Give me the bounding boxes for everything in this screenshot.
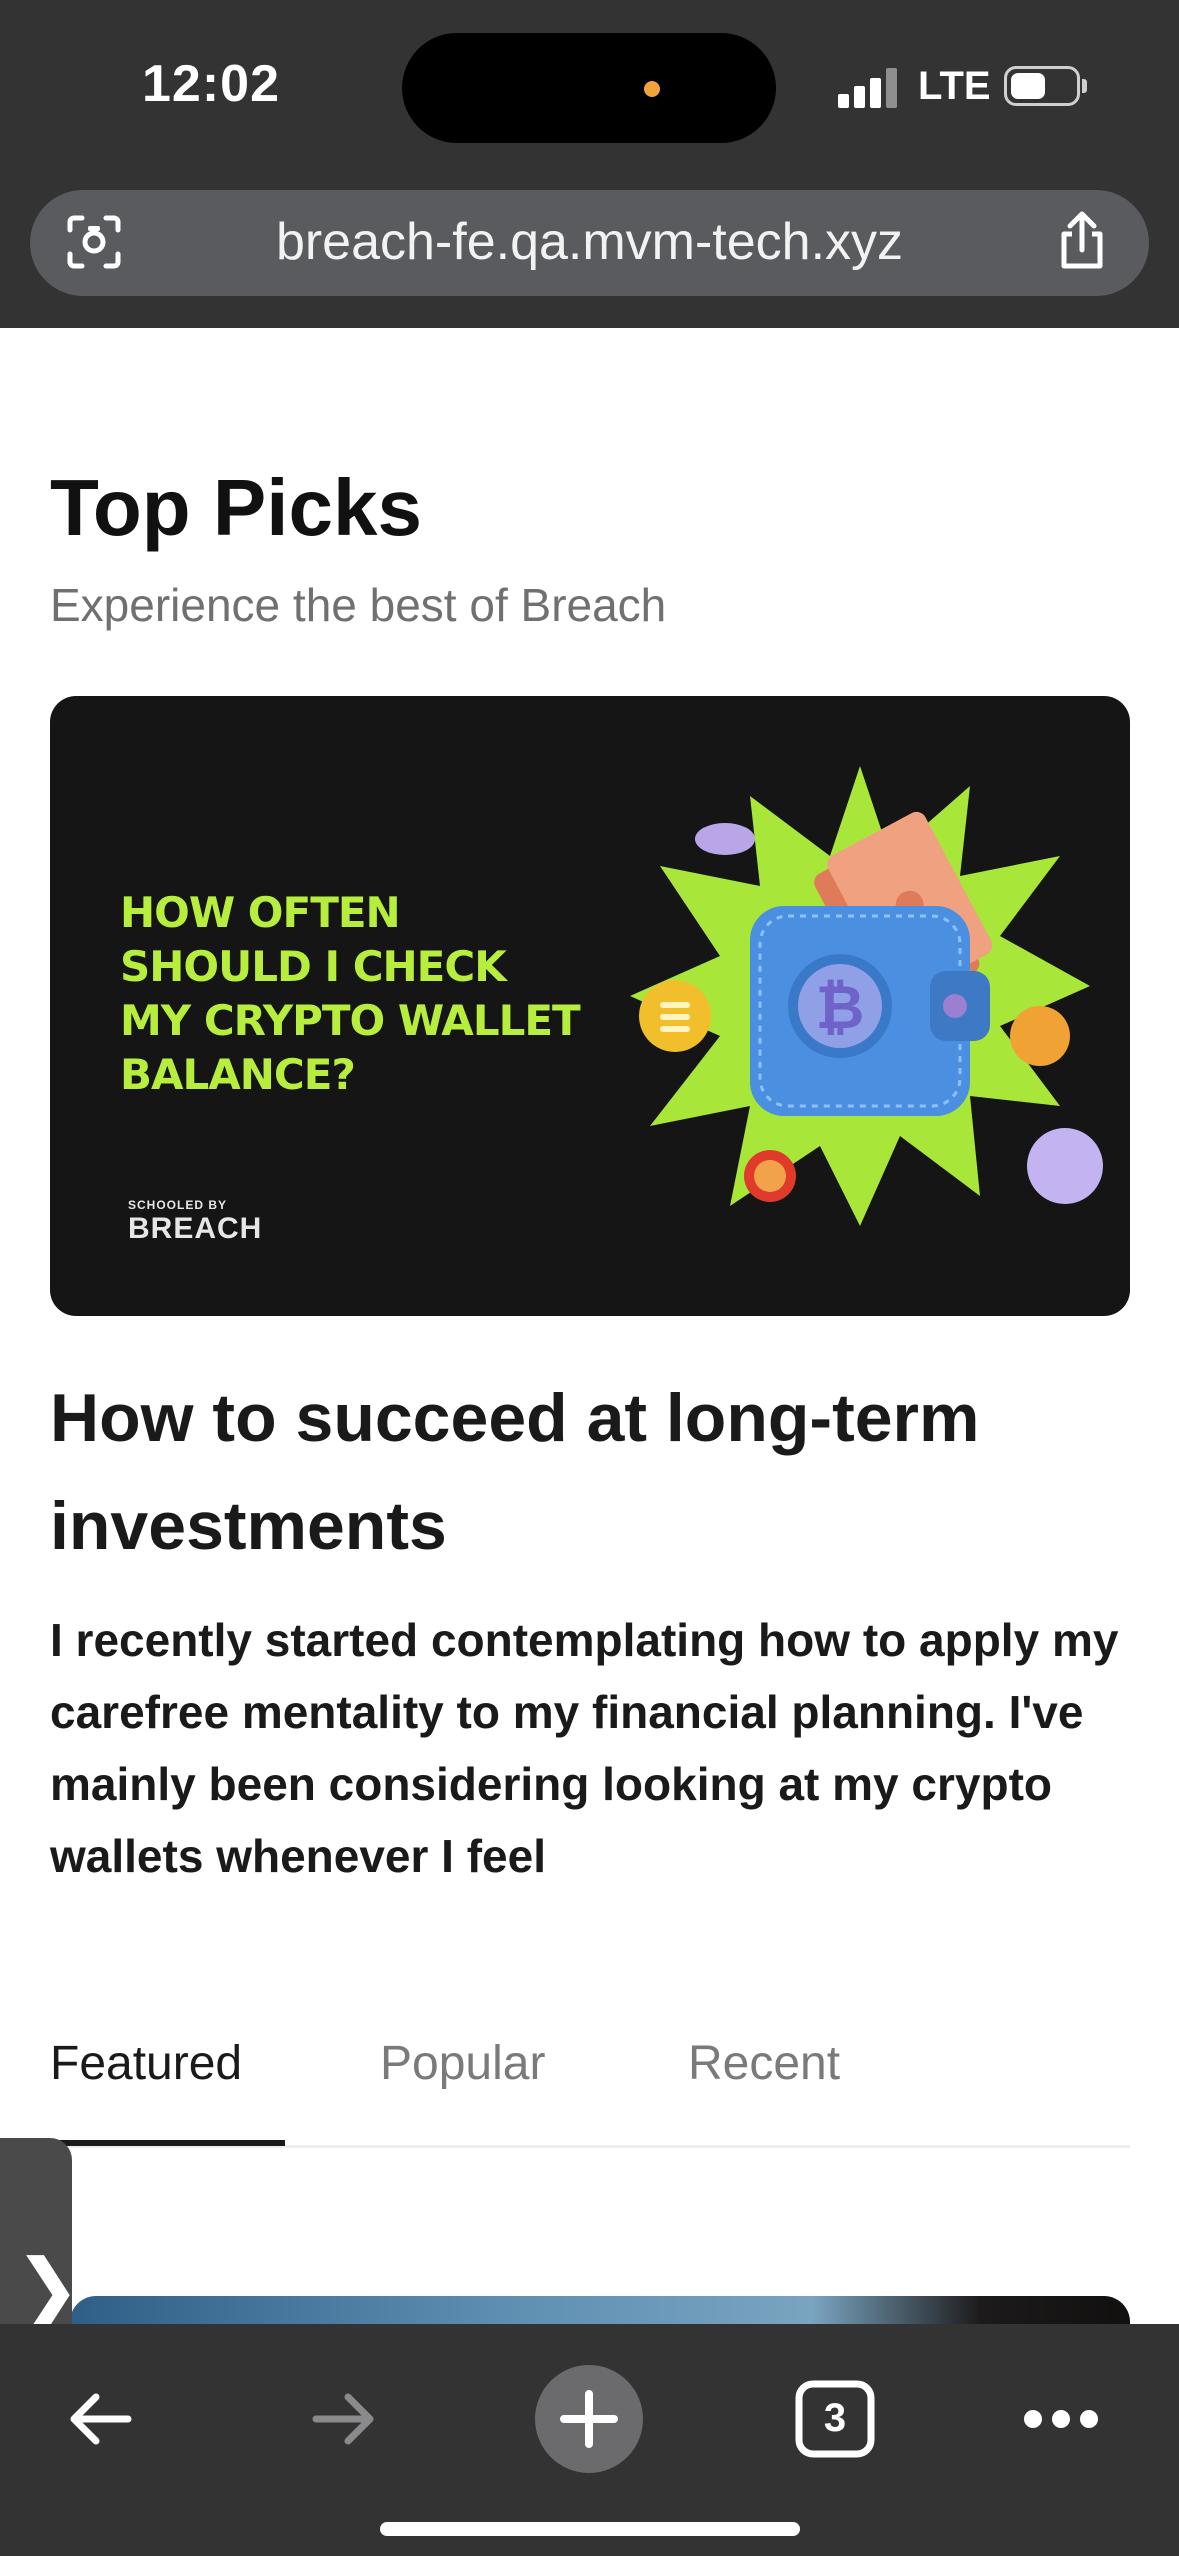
page-subtitle: Experience the best of Breach [50, 579, 667, 631]
featured-article-image[interactable]: HOW OFTEN SHOULD I CHECK MY CRYPTO WALLE… [50, 696, 1130, 1316]
content-tabs: Featured Popular Recent [50, 2036, 1130, 2148]
status-time: 12:02 [142, 55, 280, 113]
tab-popular[interactable]: Popular [380, 2036, 545, 2091]
address-bar[interactable]: breach-fe.qa.mvm-tech.xyz [30, 190, 1149, 296]
tab-count: 3 [823, 2396, 847, 2440]
forward-arrow-icon[interactable] [288, 2364, 398, 2474]
article-excerpt: I recently started contemplating how to … [50, 1614, 1119, 1882]
tab-recent[interactable]: Recent [688, 2036, 840, 2091]
battery-cap [1082, 79, 1087, 93]
url-text[interactable]: breach-fe.qa.mvm-tech.xyz [30, 212, 1149, 272]
privacy-indicator-dot [644, 81, 660, 97]
back-arrow-icon[interactable] [46, 2364, 156, 2474]
hero-headline: HOW OFTEN SHOULD I CHECK MY CRYPTO WALLE… [120, 888, 581, 1099]
network-type: LTE [918, 64, 991, 108]
browser-top-chrome: 12:02 LTE breach-fe.qa.mvm-tech.xyz [0, 0, 1179, 328]
browser-bottom-toolbar: 3 [0, 2324, 1179, 2556]
tabs-count-button[interactable]: 3 [780, 2364, 890, 2474]
hero-brand-logo: BREACH [128, 1212, 263, 1245]
svg-text:₿: ₿ [816, 973, 865, 1043]
cellular-signal-icon [838, 68, 898, 108]
active-tab-indicator [50, 2140, 285, 2146]
home-indicator[interactable] [380, 2522, 800, 2536]
article-title[interactable]: How to succeed at long-term investments [50, 1364, 1130, 1580]
crypto-wallet-illustration: ₿ [630, 766, 1103, 1226]
chevron-right-icon: ❯ [14, 2244, 82, 2333]
battery-icon [1004, 66, 1080, 106]
hero-brand-tagline: SCHOOLED BY [128, 1198, 228, 1212]
page-title: Top Picks [50, 463, 422, 552]
share-icon[interactable] [1050, 210, 1114, 274]
more-options-icon[interactable] [1006, 2364, 1116, 2474]
tab-featured[interactable]: Featured [50, 2036, 242, 2091]
new-tab-plus-icon[interactable] [534, 2364, 644, 2474]
dynamic-island [402, 33, 776, 143]
